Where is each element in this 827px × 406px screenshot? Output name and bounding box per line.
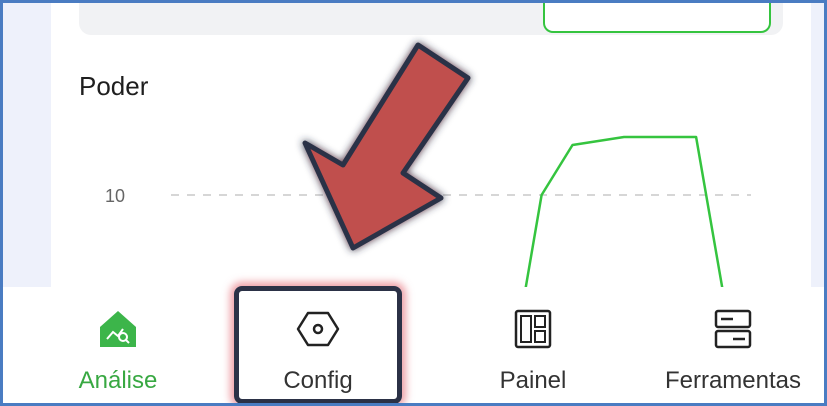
nav-item-painel[interactable]: Painel: [453, 287, 613, 403]
annotation-arrow: [302, 42, 471, 251]
highlight-box: [234, 286, 402, 403]
nav-label-analise: Análise: [78, 367, 158, 394]
tools-icon: [714, 309, 752, 349]
bottom-navigation: Análise Config Painel Ferramentas: [3, 287, 824, 403]
y-tick-label: 10: [105, 186, 125, 206]
app-screen: Poder 10 Análise Config Painel Ferrament…: [0, 0, 827, 406]
analytics-icon: [100, 311, 136, 347]
nav-item-ferramentas[interactable]: Ferramentas: [643, 287, 823, 403]
nav-item-analise[interactable]: Análise: [43, 287, 193, 403]
nav-label-ferramentas: Ferramentas: [664, 367, 802, 394]
power-series-line: [521, 135, 727, 303]
nav-label-painel: Painel: [499, 367, 567, 394]
dashboard-icon: [514, 309, 552, 349]
